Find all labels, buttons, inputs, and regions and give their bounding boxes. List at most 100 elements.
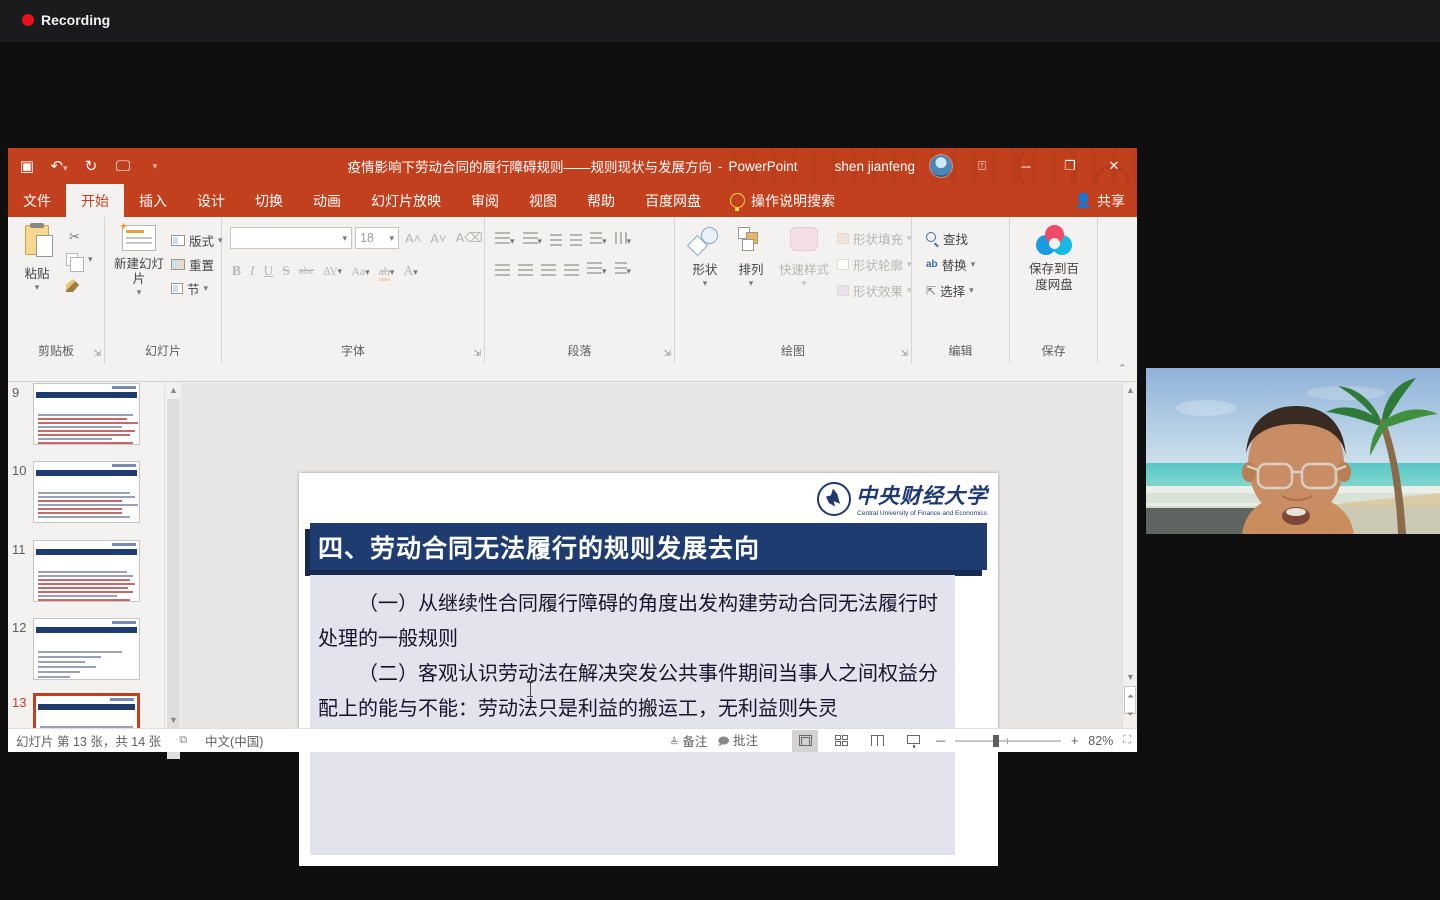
strikethrough-button[interactable]: S (282, 263, 290, 279)
underline-button[interactable]: U (264, 263, 274, 279)
thumb-scroll-down-icon[interactable]: ▼ (165, 713, 182, 728)
line-spacing-button[interactable]: ▾ (590, 231, 607, 249)
main-scrollbar[interactable]: ▲ ▼ ⏶ ⏷ (1122, 383, 1137, 728)
slide-thumbnail-11[interactable]: 11 (8, 540, 164, 610)
layout-button[interactable]: 版式▾ (171, 231, 223, 250)
quick-styles-button[interactable]: 快速样式▾ (775, 227, 833, 289)
tab-开始[interactable]: 开始 (66, 184, 124, 217)
share-button[interactable]: 👤 共享 (1075, 184, 1125, 217)
align-center-button[interactable] (518, 264, 533, 276)
shrink-font-button[interactable]: A˅ (427, 231, 449, 246)
previous-slide-icon[interactable]: ⏶ (1123, 691, 1138, 702)
grow-font-button[interactable]: A˄ (402, 231, 424, 246)
highlight-color-button[interactable]: a̶b̶▾ (379, 264, 395, 279)
start-slideshow-icon[interactable]: 🖵 (114, 158, 132, 175)
double-strikethrough-button[interactable]: abc (299, 265, 314, 277)
reading-view-button[interactable] (864, 730, 890, 752)
user-avatar[interactable] (929, 154, 953, 178)
increase-indent-button[interactable] (570, 234, 582, 246)
slideshow-view-button[interactable] (900, 730, 926, 752)
slide-sorter-view-button[interactable] (828, 730, 854, 752)
tell-me-search[interactable]: 操作说明搜索 (716, 184, 849, 217)
zoom-level[interactable]: 82% (1088, 734, 1113, 748)
slide-thumbnail-9[interactable]: 9 (8, 383, 164, 453)
bold-button[interactable]: B (232, 263, 241, 279)
italic-button[interactable]: I (250, 263, 255, 279)
thumbnail-preview[interactable] (33, 693, 140, 728)
font-size-combo[interactable]: 18▾ (355, 227, 399, 249)
tab-帮助[interactable]: 帮助 (572, 184, 630, 217)
select-button[interactable]: ⇱选择▾ (926, 281, 974, 300)
clear-formatting-button[interactable]: A⌫ (453, 230, 486, 246)
restore-button[interactable]: ❐ (1055, 158, 1085, 174)
comments-button[interactable]: 🗩 批注 (717, 730, 758, 752)
tab-设计[interactable]: 设计 (182, 184, 240, 217)
notes-button[interactable]: ≜ 备注 (670, 731, 708, 750)
thumbnail-preview[interactable] (33, 618, 140, 680)
slide-thumbnail-10[interactable]: 10 (8, 461, 164, 531)
zoom-in-button[interactable]: + (1071, 734, 1078, 748)
section-button[interactable]: 节▾ (171, 279, 208, 298)
copy-button[interactable]: ▾ (66, 253, 93, 266)
slide-canvas[interactable]: 中央财经大学 Central University of Finance and… (299, 473, 998, 866)
zoom-slider-thumb[interactable] (993, 735, 999, 747)
thumbnail-preview[interactable] (33, 540, 140, 602)
close-button[interactable]: ✕ (1099, 158, 1129, 174)
scroll-up-icon[interactable]: ▲ (1123, 385, 1138, 395)
drawing-dialog-launcher-icon[interactable]: ⇲ (900, 348, 908, 359)
find-button[interactable]: 查找 (926, 229, 968, 248)
scroll-down-icon[interactable]: ▼ (1123, 672, 1138, 682)
replace-button[interactable]: ab替换▾ (926, 255, 975, 274)
normal-view-button[interactable] (792, 730, 818, 752)
tab-百度网盘[interactable]: 百度网盘 (630, 184, 716, 217)
thumbnail-preview[interactable] (33, 461, 140, 523)
slide-thumbnail-12[interactable]: 12 (8, 618, 164, 688)
justify-button[interactable] (564, 264, 579, 276)
zoom-slider[interactable] (955, 740, 1061, 742)
save-icon[interactable]: ▣ (18, 157, 36, 175)
accessibility-icon[interactable]: ⧉ (179, 734, 187, 747)
fit-to-window-icon[interactable]: ⛶ (1123, 734, 1131, 747)
format-painter-button[interactable] (66, 279, 79, 292)
thumbnail-preview[interactable] (33, 383, 140, 445)
smartart-button[interactable]: ▾ (615, 261, 632, 279)
ribbon-display-options-icon[interactable]: ⍐ (967, 158, 997, 174)
tab-审阅[interactable]: 审阅 (456, 184, 514, 217)
zoom-out-button[interactable]: ─ (936, 734, 945, 748)
qat-customize-icon[interactable]: ▾ (146, 161, 164, 172)
decrease-indent-button[interactable] (550, 234, 562, 246)
tab-动画[interactable]: 动画 (298, 184, 356, 217)
thumbnail-scrollbar[interactable]: ▲ ▼ (164, 383, 181, 728)
thumb-scroll-up-icon[interactable]: ▲ (165, 383, 182, 398)
tab-视图[interactable]: 视图 (514, 184, 572, 217)
paragraph-dialog-launcher-icon[interactable]: ⇲ (663, 348, 671, 359)
save-to-baidu-button[interactable]: 保存到百度网盘 (1024, 225, 1084, 293)
shape-outline-button[interactable]: 形状轮廓▾ (837, 255, 912, 274)
font-name-combo[interactable]: ▾ (230, 227, 352, 249)
new-slide-button[interactable]: ✦ 新建幻灯片 ▾ (113, 225, 165, 298)
columns-button[interactable]: ▾ (587, 261, 607, 279)
shapes-button[interactable]: 形状▾ (687, 227, 723, 289)
shape-effects-button[interactable]: 形状效果▾ (837, 281, 912, 300)
shape-fill-button[interactable]: 形状填充▾ (837, 229, 912, 248)
bullets-button[interactable]: ▾ (495, 231, 515, 249)
tab-文件[interactable]: 文件 (8, 184, 66, 217)
character-spacing-button[interactable]: A̲V̲▾ (323, 265, 342, 277)
align-right-button[interactable] (541, 264, 556, 276)
align-left-button[interactable] (495, 264, 510, 276)
language-indicator[interactable]: 中文(中国) (205, 731, 263, 750)
tab-插入[interactable]: 插入 (124, 184, 182, 217)
cut-button[interactable]: ✂ (66, 229, 83, 245)
paste-button[interactable]: 粘贴 ▾ (16, 225, 58, 293)
change-case-button[interactable]: Aa▾ (351, 264, 370, 279)
slide-thumbnail-13[interactable]: 13 (8, 693, 164, 728)
slide-title[interactable]: 四、劳动合同无法履行的规则发展去向 (310, 523, 987, 570)
collapse-ribbon-icon[interactable]: ⌃ (1118, 362, 1127, 375)
thumb-scroll-thumb[interactable] (167, 399, 180, 759)
tab-切换[interactable]: 切换 (240, 184, 298, 217)
text-direction-button[interactable]: ▾ (615, 231, 632, 249)
tab-幻灯片放映[interactable]: 幻灯片放映 (356, 184, 456, 217)
reset-button[interactable]: 重置 (171, 255, 214, 274)
redo-icon[interactable]: ↻ (82, 157, 100, 175)
undo-icon[interactable]: ↶▾ (50, 157, 68, 175)
